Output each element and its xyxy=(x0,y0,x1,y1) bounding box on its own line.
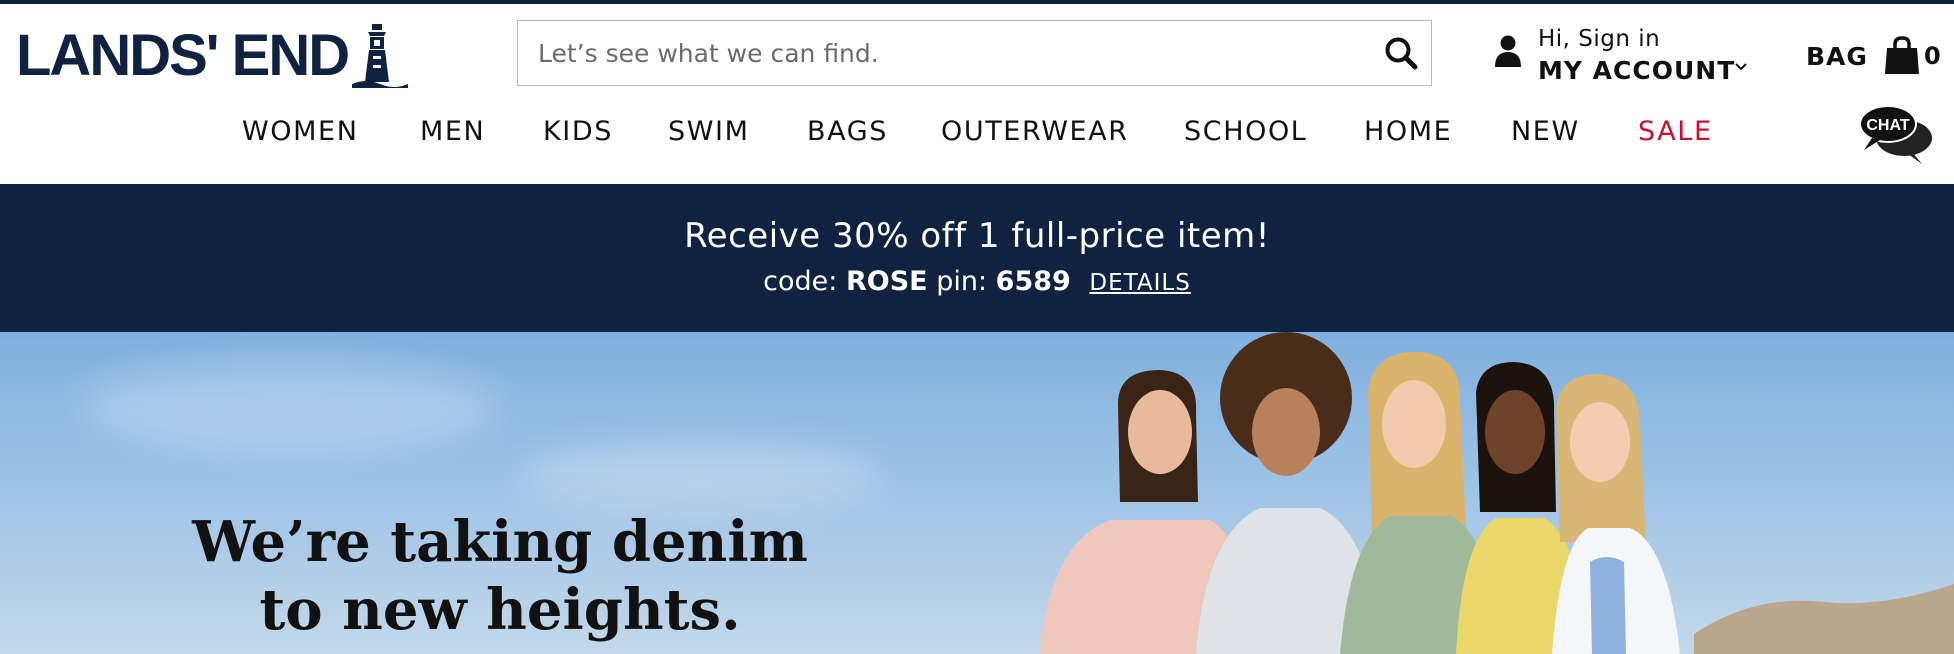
search-input[interactable] xyxy=(518,20,1371,86)
promo-pin-label: pin: xyxy=(936,266,988,297)
top-accent-bar xyxy=(0,0,1954,4)
nav-item-school[interactable]: SCHOOL xyxy=(1184,116,1307,147)
bag-label: BAG xyxy=(1806,41,1868,71)
chat-button[interactable]: CHAT xyxy=(1856,102,1936,166)
my-account-label[interactable]: MY ACCOUNT xyxy=(1538,56,1735,85)
promo-details-link[interactable]: DETAILS xyxy=(1089,270,1190,296)
nav-item-kids[interactable]: KIDS xyxy=(543,116,613,147)
promo-pin: 6589 xyxy=(995,266,1071,297)
nav-item-new[interactable]: NEW xyxy=(1511,116,1580,147)
nav-item-outerwear[interactable]: OUTERWEAR xyxy=(941,116,1129,147)
promo-code-line: code: ROSE pin: 6589 DETAILS xyxy=(0,266,1954,297)
hero-headline-line-1: We’re taking denim xyxy=(192,509,808,575)
hero-models-image xyxy=(1040,332,1680,654)
promo-banner: Receive 30% off 1 full-price item! code:… xyxy=(0,184,1954,332)
chevron-down-icon[interactable] xyxy=(1734,62,1748,72)
hero-headline-line-2: to new heights. xyxy=(259,577,741,643)
search-button[interactable] xyxy=(1371,21,1431,85)
search-bar xyxy=(517,20,1432,86)
promo-code-label: code: xyxy=(763,266,838,297)
user-icon xyxy=(1495,35,1521,67)
sky-cloud xyxy=(80,362,500,452)
account-menu[interactable]: Hi, Sign in MY ACCOUNT xyxy=(1490,22,1750,88)
shopping-bag-icon xyxy=(1884,36,1919,74)
chat-bubble-icon: CHAT xyxy=(1859,105,1932,164)
brand-logo[interactable]: LANDS' END xyxy=(16,22,416,90)
brand-logo-text: LANDS' END xyxy=(16,23,350,88)
nav-item-swim[interactable]: SWIM xyxy=(668,116,750,147)
nav-item-home[interactable]: HOME xyxy=(1364,116,1452,147)
nav-item-bags[interactable]: BAGS xyxy=(807,116,888,147)
sign-in-greeting[interactable]: Hi, Sign in xyxy=(1538,26,1660,52)
nav-item-women[interactable]: WOMEN xyxy=(242,116,359,147)
shopping-bag-button[interactable]: BAG 0 xyxy=(1806,34,1946,78)
chat-label: CHAT xyxy=(1866,117,1909,134)
search-icon xyxy=(1385,37,1418,70)
promo-code: ROSE xyxy=(845,266,928,297)
nav-item-men[interactable]: MEN xyxy=(420,116,485,147)
hero-headline: We’re taking denim to new heights. xyxy=(160,508,840,644)
bag-count: 0 xyxy=(1923,42,1941,70)
main-navigation: WOMEN MEN KIDS SWIM BAGS OUTERWEAR SCHOO… xyxy=(0,112,1954,158)
nav-item-sale[interactable]: SALE xyxy=(1638,116,1713,147)
lighthouse-icon xyxy=(352,24,409,88)
promo-headline: Receive 30% off 1 full-price item! xyxy=(684,216,1270,256)
sky-cloud xyxy=(520,442,880,512)
hero-banner[interactable]: We’re taking denim to new heights. xyxy=(0,332,1954,654)
